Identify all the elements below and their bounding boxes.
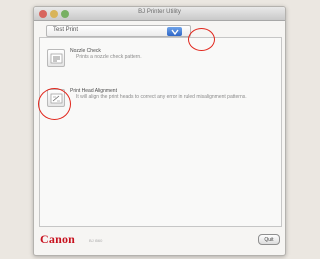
option-description: Prints a nozzle check pattern. (76, 54, 142, 60)
window-title: BJ Printer Utility (138, 9, 181, 15)
title-bar: BJ Printer Utility (34, 7, 285, 21)
option-print-head-alignment: Print Head Alignment It will align the p… (40, 86, 281, 128)
quit-button[interactable]: Quit (258, 234, 280, 245)
model-label: BJ i560 (89, 238, 103, 243)
options-panel: Nozzle Check Prints a nozzle check patte… (38, 28, 282, 227)
footer: Canon BJ i560 Quit (34, 227, 285, 255)
option-description: It will align the print heads to correct… (76, 94, 247, 100)
highlight-circle-icon (38, 88, 71, 120)
nozzle-check-icon[interactable] (47, 49, 65, 67)
option-nozzle-check: Nozzle Check Prints a nozzle check patte… (40, 46, 281, 88)
function-select[interactable]: Test Print (46, 25, 191, 37)
highlight-circle-select (188, 28, 215, 51)
canon-logo: Canon (40, 232, 76, 246)
dropdown-arrow-icon[interactable] (167, 27, 182, 36)
utility-window: BJ Printer Utility Test Print Nozzle Che… (33, 6, 286, 256)
function-select-value: Test Print (53, 27, 79, 33)
